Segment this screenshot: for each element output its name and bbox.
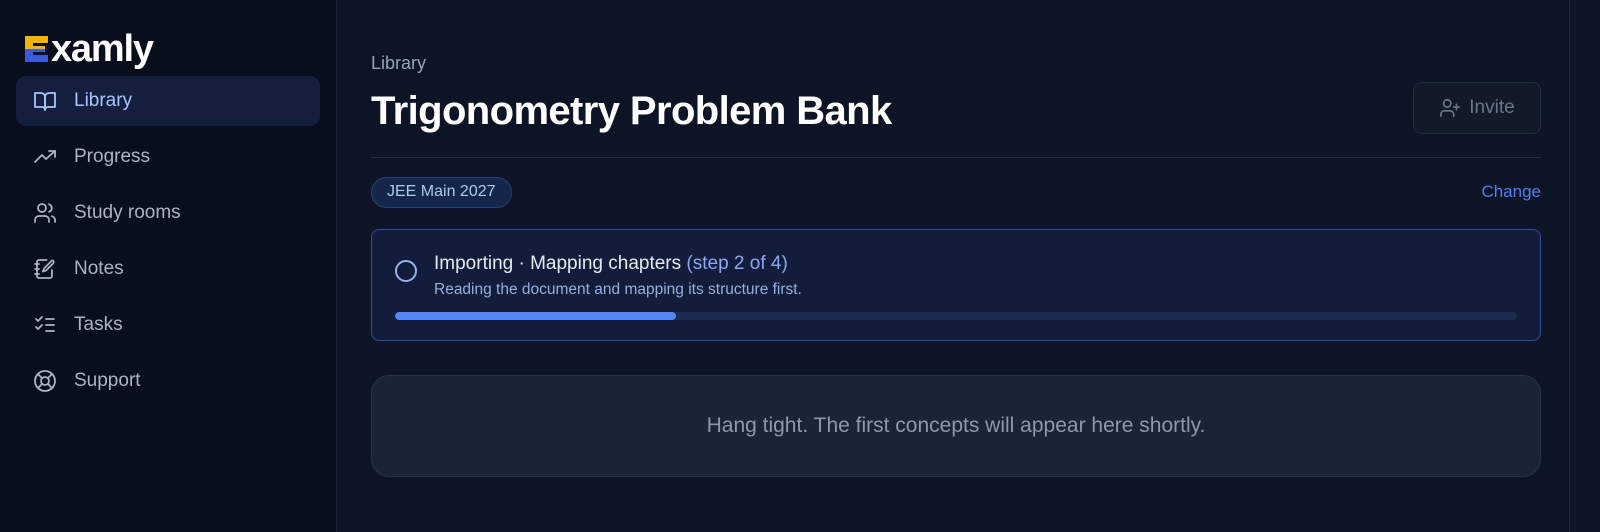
divider bbox=[371, 157, 1541, 158]
sidebar-item-label: Study rooms bbox=[74, 202, 181, 223]
notebook-pen-icon bbox=[32, 256, 58, 282]
book-open-icon bbox=[32, 88, 58, 114]
sidebar: xamly Library Progress Study rooms Notes… bbox=[0, 0, 337, 532]
sidebar-nav: Library Progress Study rooms Notes Tasks… bbox=[16, 76, 320, 406]
title-row: Trigonometry Problem Bank Invite bbox=[371, 82, 1541, 156]
logo-mark-icon bbox=[25, 36, 48, 62]
sidebar-item-label: Library bbox=[74, 90, 133, 111]
page-title: Trigonometry Problem Bank bbox=[371, 89, 892, 133]
sidebar-item-notes[interactable]: Notes bbox=[16, 244, 320, 294]
import-step-text: (step 2 of 4) bbox=[686, 253, 788, 274]
main-content: Library Trigonometry Problem Bank Invite… bbox=[337, 0, 1600, 532]
import-text: Importing · Mapping chapters (step 2 of … bbox=[434, 252, 802, 300]
loading-spinner-icon bbox=[395, 260, 417, 282]
logo[interactable]: xamly bbox=[22, 26, 320, 72]
right-panel-edge bbox=[1569, 0, 1600, 532]
exam-tag: JEE Main 2027 bbox=[371, 176, 512, 208]
sidebar-item-label: Tasks bbox=[74, 314, 123, 335]
import-progress-bar bbox=[395, 312, 1517, 320]
import-status-text: Importing · Mapping chapters bbox=[434, 253, 682, 274]
app-root: xamly Library Progress Study rooms Notes… bbox=[0, 0, 1600, 532]
import-status-card: Importing · Mapping chapters (step 2 of … bbox=[371, 229, 1541, 341]
import-title: Importing · Mapping chapters (step 2 of … bbox=[434, 252, 802, 276]
life-buoy-icon bbox=[32, 368, 58, 394]
sidebar-item-progress[interactable]: Progress bbox=[16, 132, 320, 182]
breadcrumb[interactable]: Library bbox=[371, 50, 1541, 76]
empty-state: Hang tight. The first concepts will appe… bbox=[371, 375, 1541, 477]
sidebar-item-label: Progress bbox=[74, 146, 151, 167]
invite-button-label: Invite bbox=[1469, 97, 1515, 118]
sidebar-item-study-rooms[interactable]: Study rooms bbox=[16, 188, 320, 238]
invite-button[interactable]: Invite bbox=[1413, 82, 1541, 134]
import-description: Reading the document and mapping its str… bbox=[434, 281, 802, 298]
users-icon bbox=[32, 200, 58, 226]
sidebar-item-tasks[interactable]: Tasks bbox=[16, 300, 320, 350]
exam-row: JEE Main 2027 Change bbox=[371, 176, 1541, 208]
logo-text: xamly bbox=[51, 28, 154, 70]
user-plus-icon bbox=[1440, 98, 1461, 118]
sidebar-item-library[interactable]: Library bbox=[16, 76, 320, 126]
empty-state-message: Hang tight. The first concepts will appe… bbox=[706, 414, 1206, 437]
list-checks-icon bbox=[32, 312, 58, 338]
trending-up-icon bbox=[32, 144, 58, 170]
sidebar-item-support[interactable]: Support bbox=[16, 356, 320, 406]
import-progress-fill bbox=[395, 312, 676, 320]
content-column: Library Trigonometry Problem Bank Invite… bbox=[371, 50, 1541, 477]
import-head: Importing · Mapping chapters (step 2 of … bbox=[395, 252, 1517, 300]
change-link[interactable]: Change bbox=[1481, 182, 1541, 202]
sidebar-item-label: Support bbox=[74, 370, 141, 391]
sidebar-item-label: Notes bbox=[74, 258, 124, 279]
